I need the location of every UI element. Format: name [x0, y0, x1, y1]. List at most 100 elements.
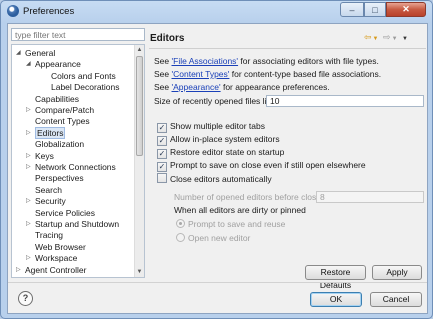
history-nav[interactable]: ⇦▼ ⇨▼ ▼ — [364, 32, 409, 43]
option-checkbox-row[interactable]: ✓ Restore editor state on startup — [157, 147, 284, 159]
appearance-link[interactable]: 'Appearance' — [172, 82, 221, 92]
dirty-pinned-label: When all editors are dirty or pinned — [174, 205, 306, 215]
tree-item[interactable]: ▷ Compare/Patch — [26, 105, 94, 116]
content-types-link[interactable]: 'Content Types' — [172, 69, 230, 79]
dialog-client: ◢General◢AppearanceColors and FontsLabel… — [7, 23, 428, 314]
close-button[interactable]: ✕ — [386, 2, 426, 17]
checkbox-label: Prompt to save on close even if still op… — [170, 160, 366, 170]
recent-files-input[interactable]: 10 — [266, 95, 424, 107]
tree-item[interactable]: ▷ Agent Controller — [16, 265, 86, 276]
expanded-twisty-icon[interactable]: ◢ — [16, 48, 21, 59]
tree-item-label: Keys — [35, 150, 54, 161]
eclipse-app-icon — [7, 5, 19, 17]
checked-checkbox-icon[interactable]: ✓ — [157, 149, 167, 159]
appearance-line: See 'Appearance' for appearance preferen… — [154, 82, 330, 92]
checked-checkbox-icon[interactable]: ✓ — [157, 162, 167, 172]
tree-scrollbar[interactable]: ▲ ▼ — [134, 45, 144, 277]
collapsed-twisty-icon[interactable]: ▷ — [26, 105, 31, 116]
expanded-twisty-icon[interactable]: ◢ — [26, 59, 31, 70]
radio-label: Open new editor — [188, 233, 251, 243]
radio-empty-icon[interactable] — [176, 233, 185, 242]
unchecked-checkbox-icon[interactable] — [157, 173, 167, 183]
tree-item[interactable]: ◢ Appearance — [26, 59, 81, 70]
preference-tree: ◢ General ◢ Appearance Colors and Fonts Label… — [11, 44, 145, 278]
tree-item-label: Startup and Shutdown — [35, 219, 120, 229]
tree-item[interactable]: ▷ Security — [26, 196, 66, 207]
tree-item[interactable]: ▷ Network Connections — [26, 162, 116, 173]
option-checkbox-row[interactable]: ✓ Show multiple editor tabs — [157, 121, 265, 133]
tree-item-label: Workspace — [35, 253, 78, 264]
back-arrow-icon[interactable]: ⇦ — [364, 32, 373, 42]
back-dropdown-icon[interactable]: ▼ — [373, 36, 380, 42]
window-controls: – □ ✕ — [340, 2, 426, 17]
collapsed-twisty-icon[interactable]: ▷ — [26, 128, 31, 139]
help-icon[interactable]: ? — [18, 291, 33, 306]
collapsed-twisty-icon[interactable]: ▷ — [26, 253, 31, 264]
checkbox-label: Show multiple editor tabs — [170, 121, 265, 131]
scroll-thumb[interactable] — [136, 56, 143, 156]
forward-arrow-icon[interactable]: ⇨ — [383, 32, 392, 42]
see-text: See — [154, 56, 172, 66]
tree-item-label: Web Browser — [35, 241, 86, 252]
maximize-button[interactable]: □ — [364, 2, 386, 17]
tree-item-label: Capabilities — [35, 93, 79, 104]
checkbox-label: Allow in-place system editors — [170, 134, 280, 144]
tree-item-label: Colors and Fonts — [51, 70, 116, 81]
file-associations-link[interactable]: 'File Associations' — [172, 56, 239, 66]
collapsed-twisty-icon[interactable]: ▷ — [26, 196, 31, 207]
filter-input[interactable] — [11, 28, 145, 41]
cancel-button[interactable]: Cancel — [370, 292, 422, 307]
minimize-icon: – — [349, 4, 355, 15]
radio-option[interactable]: Open new editor — [176, 233, 250, 243]
tree-item[interactable]: Service Policies — [26, 208, 95, 219]
tree-item[interactable]: Tracing — [26, 230, 63, 241]
tree-item[interactable]: ▷ Workspace — [26, 253, 77, 264]
tree-item[interactable]: Capabilities — [26, 94, 79, 105]
ok-button[interactable]: OK — [310, 292, 362, 307]
option-checkbox-row[interactable]: ✓ Prompt to save on close even if still o… — [157, 160, 366, 172]
view-menu-icon[interactable]: ▼ — [402, 36, 409, 42]
tree-item[interactable]: ▷ Keys — [26, 151, 54, 162]
collapsed-twisty-icon[interactable]: ▷ — [26, 219, 31, 230]
minimize-button[interactable]: – — [340, 2, 364, 17]
line2-text: for content-type based file associations… — [229, 69, 382, 79]
tree-item-label: Editors — [35, 126, 66, 139]
opened-editors-input[interactable]: 8 — [316, 191, 424, 203]
apply-button[interactable]: Apply — [372, 265, 422, 280]
option-checkbox-row[interactable]: Close editors automatically — [157, 173, 272, 184]
tree-item[interactable]: ▷ Editors — [26, 126, 66, 139]
tree-item[interactable]: Perspectives — [26, 173, 84, 184]
collapsed-twisty-icon[interactable]: ▷ — [26, 151, 31, 162]
scroll-up-icon[interactable]: ▲ — [136, 46, 143, 54]
scroll-down-icon[interactable]: ▼ — [136, 268, 143, 276]
tree-item[interactable]: Globalization — [26, 139, 84, 150]
tree-item-label: Label Decorations — [51, 82, 120, 93]
option-checkbox-row[interactable]: ✓ Allow in-place system editors — [157, 134, 280, 146]
tree-item[interactable]: Label Decorations — [42, 82, 120, 93]
tree-item[interactable]: Content Types — [26, 116, 90, 127]
title-bar[interactable]: Preferences – □ ✕ — [1, 1, 432, 21]
tree-item-label: Network Connections — [35, 162, 116, 172]
checked-checkbox-icon[interactable]: ✓ — [157, 123, 167, 133]
tree-item-label: Security — [35, 196, 66, 207]
tree-item-label: Agent Controller — [25, 264, 87, 275]
tree-item[interactable]: Colors and Fonts — [42, 71, 116, 82]
tree-item-label: General — [25, 48, 56, 58]
see-text: See — [154, 69, 172, 79]
radio-option[interactable]: Prompt to save and reuse — [176, 219, 285, 229]
preferences-window: Preferences – □ ✕ ◢General◢AppearanceCol… — [0, 0, 433, 319]
tree-item-label: Globalization — [35, 139, 85, 150]
forward-dropdown-icon[interactable]: ▼ — [392, 36, 399, 42]
tree-item[interactable]: ◢ General — [16, 48, 55, 59]
tree-item[interactable]: Web Browser — [26, 242, 86, 253]
collapsed-twisty-icon[interactable]: ▷ — [26, 162, 31, 173]
restore-defaults-button[interactable]: Restore Defaults — [305, 265, 366, 290]
opened-editors-label: Number of opened editors before closing: — [174, 192, 330, 202]
tree-item[interactable]: ▷ Startup and Shutdown — [26, 219, 119, 230]
line1-text: for associating editors with file types. — [238, 56, 379, 66]
tree-item[interactable]: Search — [26, 185, 62, 196]
checkbox-label: Close editors automatically — [170, 174, 272, 184]
radio-selected-icon[interactable] — [176, 219, 185, 228]
collapsed-twisty-icon[interactable]: ▷ — [16, 265, 21, 276]
checked-checkbox-icon[interactable]: ✓ — [157, 136, 167, 146]
